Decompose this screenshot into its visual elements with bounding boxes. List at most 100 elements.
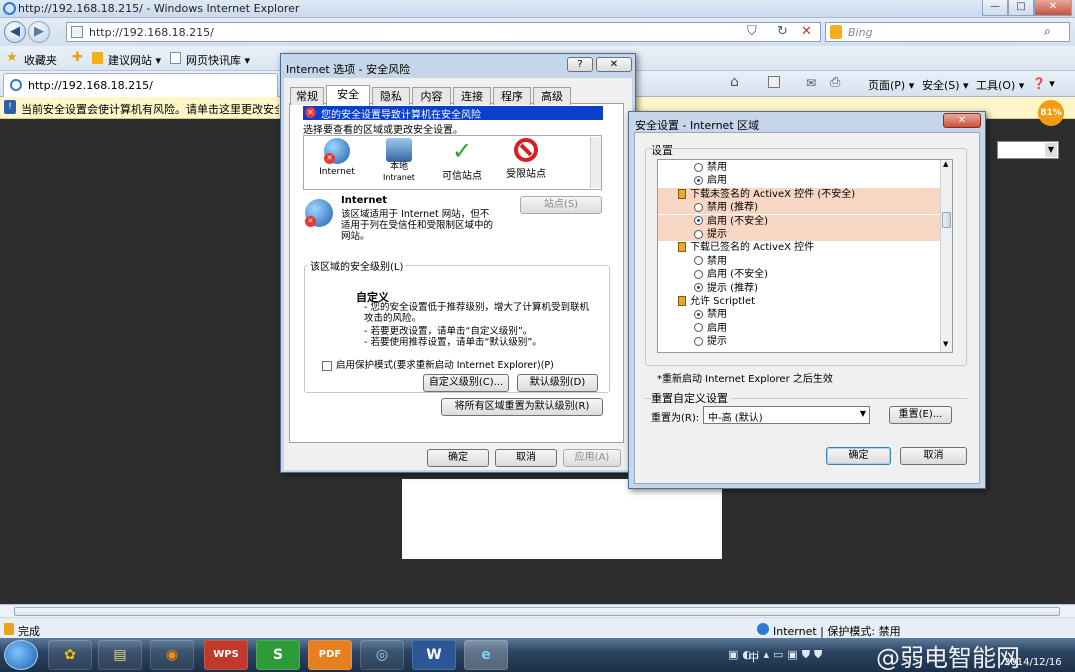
setting-option[interactable]: 提示 (推荐): [658, 282, 940, 295]
reset-button[interactable]: 重置(E)...: [889, 406, 952, 424]
security-warning-bar[interactable]: ✕ 您的安全设置导致计算机在安全风险: [303, 106, 603, 121]
scrollbar-thumb[interactable]: [14, 607, 1060, 616]
close-button[interactable]: ✕: [596, 57, 632, 72]
tab-content[interactable]: 内容: [412, 87, 451, 105]
tools-menu[interactable]: 工具(O) ▾: [976, 77, 1024, 93]
setting-option[interactable]: 禁用: [658, 308, 940, 321]
firefox-app-icon[interactable]: ◉: [150, 640, 194, 670]
favorite-item[interactable]: 建议网站 ▾: [108, 52, 161, 68]
page-menu[interactable]: 页面(P) ▾: [868, 77, 914, 93]
zone-trusted[interactable]: ✓ 可信站点: [432, 138, 492, 186]
ok-button[interactable]: 确定: [427, 449, 489, 467]
page-dropdown[interactable]: ▼: [997, 141, 1059, 159]
sites-button[interactable]: 站点(S): [520, 196, 602, 214]
help-button[interactable]: ?: [567, 57, 593, 72]
safety-menu[interactable]: 安全(S) ▾: [922, 77, 969, 93]
setting-category[interactable]: 下载未签名的 ActiveX 控件 (不安全): [658, 187, 940, 201]
ie-app-icon[interactable]: e: [464, 640, 508, 670]
minimize-button[interactable]: —: [982, 0, 1008, 16]
radio-button[interactable]: [694, 269, 703, 279]
pinwheel-app-icon[interactable]: ✿: [48, 640, 92, 670]
zone-internet[interactable]: ✕ Internet: [308, 138, 366, 186]
settings-tree[interactable]: 禁用 启用 下载未签名的 ActiveX 控件 (不安全) 禁用 (推荐) 启用 (不安…: [657, 159, 953, 353]
horizontal-scrollbar[interactable]: [0, 606, 1075, 618]
custom-level-button[interactable]: 自定义级别(C)...: [423, 374, 509, 392]
home-icon[interactable]: ⌂: [730, 74, 739, 90]
address-bar[interactable]: http://192.168.18.215/ ⛉ ↻ ✕: [66, 22, 821, 42]
reset-to-select[interactable]: 中-高 (默认) ▼: [703, 406, 870, 424]
browser-tab[interactable]: http://192.168.18.215/: [3, 73, 278, 97]
setting-option[interactable]: 禁用: [658, 161, 940, 174]
zone-intranet[interactable]: 本地 Intranet: [370, 138, 428, 188]
wps-app-icon[interactable]: WPS: [204, 640, 248, 670]
apply-button[interactable]: 应用(A): [563, 449, 621, 467]
settings-scrollbar[interactable]: ▲ ▼: [940, 160, 952, 352]
ok-button[interactable]: 确定: [826, 447, 891, 465]
tab-connections[interactable]: 连接: [453, 87, 491, 105]
feeds-icon[interactable]: [768, 76, 780, 88]
radio-button[interactable]: [694, 229, 703, 239]
status-zone[interactable]: Internet | 保护模式: 禁用: [773, 623, 901, 639]
radio-button[interactable]: [694, 162, 703, 172]
help-menu[interactable]: ❓ ▾: [1032, 77, 1055, 90]
close-button[interactable]: ✕: [1034, 0, 1072, 16]
input-language[interactable]: 中: [748, 649, 759, 665]
close-button[interactable]: ✕: [943, 113, 981, 128]
scrollbar-thumb[interactable]: [942, 212, 951, 228]
setting-option[interactable]: 启用: [658, 174, 940, 187]
protected-mode-checkbox[interactable]: 启用保护模式(要求重新启动 Internet Explorer)(P): [322, 357, 554, 371]
radio-button[interactable]: [694, 202, 703, 212]
tab-privacy[interactable]: 隐私: [372, 87, 410, 105]
setting-option[interactable]: 启用: [658, 322, 940, 335]
media-app-icon[interactable]: ◎: [360, 640, 404, 670]
clock-date[interactable]: 2014/12/16: [1004, 657, 1062, 668]
radio-button[interactable]: [694, 309, 703, 319]
radio-button[interactable]: [694, 175, 703, 185]
favorites-star-icon[interactable]: ★: [6, 50, 18, 65]
search-icon[interactable]: ⌕: [1044, 24, 1051, 39]
scroll-up-icon[interactable]: ▲: [943, 160, 948, 168]
start-button[interactable]: [4, 640, 38, 670]
mail-icon[interactable]: ✉: [806, 76, 816, 90]
word-app-icon[interactable]: W: [412, 640, 456, 670]
setting-category[interactable]: 允许 Scriptlet: [658, 295, 940, 308]
default-level-button[interactable]: 默认级别(D): [517, 374, 598, 392]
tab-advanced[interactable]: 高级: [533, 87, 571, 105]
radio-button[interactable]: [694, 216, 703, 226]
compat-icon[interactable]: ⛉: [747, 24, 757, 39]
tab-security[interactable]: 安全: [326, 85, 370, 106]
tray-icons[interactable]: ▣◐⁝▴▭▣⛊⛊: [728, 648, 826, 662]
setting-category[interactable]: 下载已签名的 ActiveX 控件: [658, 241, 940, 254]
checkbox-box[interactable]: [322, 360, 332, 371]
cancel-button[interactable]: 取消: [495, 449, 557, 467]
search-box[interactable]: Bing ⌕: [825, 22, 1070, 42]
setting-option[interactable]: 启用 (不安全): [658, 268, 940, 281]
favorite-item[interactable]: 网页快讯库 ▾: [186, 52, 250, 68]
radio-button[interactable]: [694, 283, 703, 293]
radio-button[interactable]: [694, 323, 703, 333]
setting-option[interactable]: 启用 (不安全): [658, 214, 940, 228]
zone-list[interactable]: ✕ Internet 本地 Intranet ✓ 可信站点 受限站点: [303, 135, 602, 190]
reset-all-zones-button[interactable]: 将所有区域重置为默认级别(R): [441, 398, 603, 416]
zone-list-scrollbar[interactable]: [590, 137, 601, 188]
spreadsheet-app-icon[interactable]: S: [256, 640, 300, 670]
setting-option[interactable]: 禁用: [658, 255, 940, 268]
back-icon[interactable]: ◀: [4, 21, 26, 43]
maximize-button[interactable]: □: [1008, 0, 1034, 16]
favorites-label[interactable]: 收藏夹: [24, 52, 57, 68]
stop-icon[interactable]: ✕: [801, 24, 812, 39]
cancel-button[interactable]: 取消: [900, 447, 967, 465]
setting-option[interactable]: 提示: [658, 228, 940, 241]
radio-button[interactable]: [694, 336, 703, 346]
refresh-icon[interactable]: ↻: [777, 24, 788, 39]
add-favorite-icon[interactable]: ✚: [72, 50, 83, 65]
scroll-down-icon[interactable]: ▼: [943, 340, 948, 348]
setting-option[interactable]: 提示: [658, 335, 940, 348]
print-icon[interactable]: ⎙: [830, 75, 840, 90]
pdf-app-icon[interactable]: PDF: [308, 640, 352, 670]
zone-restricted[interactable]: 受限站点: [496, 138, 556, 186]
forward-icon[interactable]: ▶: [28, 21, 50, 43]
setting-option[interactable]: 禁用 (推荐): [658, 201, 940, 215]
radio-button[interactable]: [694, 256, 703, 266]
tab-general[interactable]: 常规: [290, 87, 324, 105]
